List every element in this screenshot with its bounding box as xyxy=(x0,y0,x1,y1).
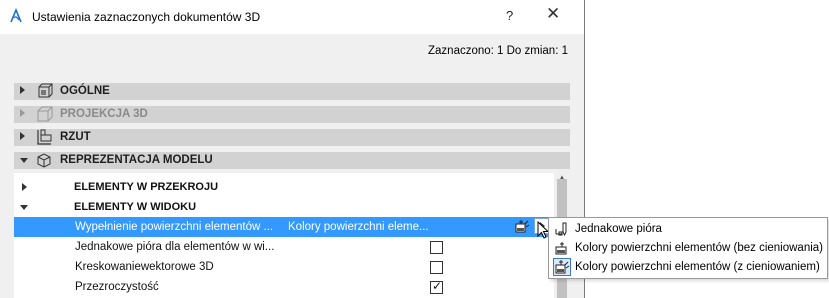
menu-item-surface-colors-unshaded[interactable]: Kolory powierzchni elementów (bez cienio… xyxy=(551,239,827,258)
property-row-surface-fill[interactable]: Wypełnienie powierzchni elementów ... Ko… xyxy=(14,217,554,239)
group-label: ELEMENTY W PRZEKROJU xyxy=(74,181,219,193)
panel-3d-projection[interactable]: PROJEKCJA 3D xyxy=(14,106,570,123)
model-cube-icon xyxy=(34,150,54,170)
property-name: Jednakowe pióra dla elementów w wi... xyxy=(75,241,275,253)
panel-3d-projection-label: PROJEKCJA 3D xyxy=(60,108,148,120)
group-view-elements[interactable]: ELEMENTY W WIDOKU xyxy=(14,197,554,217)
menu-item-label: Kolory powierzchni elementów (bez cienio… xyxy=(575,242,824,254)
vector-hatching-checkbox[interactable] xyxy=(430,261,443,274)
collapse-arrow-icon[interactable] xyxy=(20,158,28,163)
expand-arrow-icon[interactable] xyxy=(20,132,25,140)
settings-dialog: Ustawienia zaznaczonych dokumentów 3D ? … xyxy=(0,0,585,298)
panel-floor-plan-label: RZUT xyxy=(60,131,91,143)
property-name: Wypełnienie powierzchni elementów ... xyxy=(75,221,274,233)
transparency-checkbox[interactable]: ✓ xyxy=(430,279,443,294)
floor-plan-icon xyxy=(34,127,54,147)
expand-arrow-icon[interactable] xyxy=(20,86,25,94)
close-button[interactable]: ✕ xyxy=(546,4,560,24)
panel-general[interactable]: OGÓLNE xyxy=(14,83,570,100)
expand-arrow-icon[interactable] xyxy=(22,183,27,191)
property-row-uniform-pens[interactable]: Jednakowe pióra dla elementów w wi... xyxy=(14,237,554,257)
window-title: Ustawienia zaznaczonych dokumentów 3D xyxy=(32,10,261,24)
property-name: Kreskowaniewektorowe 3D xyxy=(75,261,214,273)
title-bar: Ustawienia zaznaczonych dokumentów 3D ? … xyxy=(0,0,584,34)
property-tree: ELEMENTY W PRZEKROJU ELEMENTY W WIDOKU W… xyxy=(14,173,570,298)
group-section-elements[interactable]: ELEMENTY W PRZEKROJU xyxy=(14,177,554,197)
help-button[interactable]: ? xyxy=(506,8,513,23)
panel-floor-plan[interactable]: RZUT xyxy=(14,129,570,146)
menu-item-surface-colors-shaded[interactable]: Kolory powierzchni elementów (z cieniowa… xyxy=(551,258,827,277)
menu-item-label: Kolory powierzchni elementów (z cieniowa… xyxy=(575,261,820,273)
property-row-vector-hatching[interactable]: Kreskowaniewektorowe 3D xyxy=(14,257,554,277)
shaded-surface-icon xyxy=(553,258,571,276)
property-value[interactable]: Kolory powierzchni eleme... xyxy=(288,221,429,233)
surface-colors-icon xyxy=(554,240,570,256)
archicad-logo-icon xyxy=(8,7,24,24)
panel-general-label: OGÓLNE xyxy=(60,85,110,97)
uniform-pens-checkbox[interactable] xyxy=(430,241,443,254)
menu-item-uniform-pens[interactable]: Jednakowe pióra xyxy=(551,220,827,239)
uniform-pen-icon xyxy=(554,221,570,237)
panel-model-representation[interactable]: REPREZENTACJA MODELU xyxy=(14,152,570,169)
collapse-arrow-icon[interactable] xyxy=(20,205,28,210)
property-row-transparency[interactable]: Przezroczystość ✓ xyxy=(14,277,554,297)
menu-item-label: Jednakowe pióra xyxy=(575,223,662,235)
group-label: ELEMENTY W WIDOKU xyxy=(74,201,197,213)
selection-status: Zaznaczono: 1 Do zmian: 1 xyxy=(428,45,568,57)
checkmark-icon: ✓ xyxy=(432,279,443,293)
3d-projection-icon xyxy=(34,104,54,124)
general-settings-icon xyxy=(34,81,54,101)
shaded-surface-icon[interactable] xyxy=(513,219,531,235)
expand-arrow-icon[interactable] xyxy=(20,109,25,117)
panel-model-representation-label: REPREZENTACJA MODELU xyxy=(60,154,213,166)
property-name: Przezroczystość xyxy=(75,281,159,293)
fill-options-popup-menu: Jednakowe pióra Kolory powierzchni eleme… xyxy=(548,217,828,279)
